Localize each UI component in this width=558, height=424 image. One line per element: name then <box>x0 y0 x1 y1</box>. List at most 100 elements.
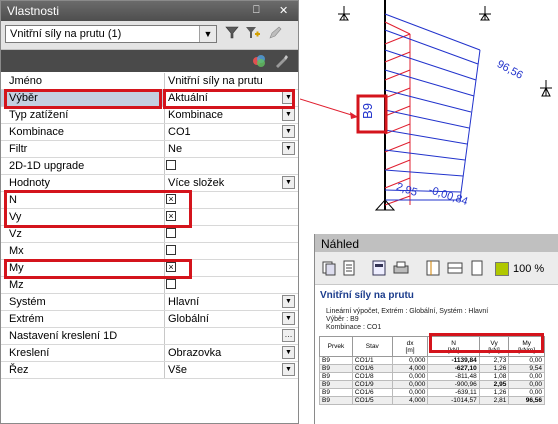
property-checkbox[interactable] <box>166 228 176 238</box>
property-value[interactable]: Ne ▼ <box>164 141 296 157</box>
highlight-vyber-value <box>163 89 295 109</box>
table-cell: 1,26 <box>478 364 510 373</box>
table-header-cell: Stav <box>351 336 393 357</box>
chevron-down-icon[interactable]: ▼ <box>199 26 216 42</box>
property-value[interactable] <box>164 226 296 242</box>
table-cell: 2,73 <box>478 356 510 365</box>
table-cell: B9 <box>319 380 353 389</box>
highlight-n-vy <box>4 190 192 228</box>
table-cell: -1014,57 <box>427 396 480 405</box>
table-cell: B9 <box>319 356 353 365</box>
member-label[interactable]: B9 <box>360 100 376 122</box>
header-name: Prvek <box>327 343 345 350</box>
report-icon[interactable] <box>371 260 387 276</box>
property-value[interactable]: Více složek ▼ <box>164 175 296 191</box>
property-value[interactable]: Kombinace ▼ <box>164 107 296 123</box>
property-value-text: Hlavní <box>168 296 200 308</box>
property-value-text: Globální <box>168 313 209 325</box>
document-icon[interactable] <box>341 260 357 276</box>
property-value[interactable]: Vnitřní síly na prutu <box>164 73 296 89</box>
highlight-my <box>4 259 192 279</box>
table-cell: 0,00 <box>508 372 545 381</box>
property-value[interactable]: Hlavní ▼ <box>164 294 296 310</box>
table-cell: 9,54 <box>508 364 545 373</box>
print-icon[interactable] <box>393 260 409 276</box>
property-row[interactable]: Systém Hlavní ▼ <box>1 294 298 311</box>
table-cell: B9 <box>319 396 353 405</box>
property-row[interactable]: Extrém Globální ▼ <box>1 311 298 328</box>
property-label: 2D-1D upgrade <box>9 160 85 172</box>
filter-plus-icon[interactable] <box>244 26 262 42</box>
property-row[interactable]: Řez Vše ▼ <box>1 362 298 379</box>
page-layout-icon[interactable] <box>425 260 441 276</box>
property-row[interactable]: Jméno Vnitřní síly na prutu <box>1 73 298 90</box>
table-cell: 0,00 <box>508 380 545 389</box>
edit-icon[interactable] <box>266 26 284 42</box>
header-name: dx <box>406 339 414 347</box>
property-row[interactable]: 2D-1D upgrade <box>1 158 298 175</box>
property-value[interactable] <box>164 158 296 174</box>
property-value[interactable]: CO1 ▼ <box>164 124 296 140</box>
drawing-area[interactable]: B9 96,56 2,95 -0,00,84 <box>299 0 558 234</box>
property-value[interactable]: … <box>164 328 296 344</box>
chevron-down-icon[interactable]: ▼ <box>282 142 295 155</box>
property-value[interactable] <box>164 243 296 259</box>
table-cell: 4,000 <box>391 396 429 405</box>
property-row[interactable]: Kombinace CO1 ▼ <box>1 124 298 141</box>
property-label: Mz <box>9 279 24 291</box>
property-label: Řez <box>9 364 29 376</box>
property-value-text: CO1 <box>168 126 191 138</box>
palette-icon[interactable] <box>251 53 267 69</box>
chevron-down-icon[interactable]: ▼ <box>282 312 295 325</box>
highlight-columns <box>429 333 544 353</box>
chevron-down-icon[interactable]: ▼ <box>282 176 295 189</box>
property-checkbox[interactable] <box>166 160 176 170</box>
panel-toolbar: Vnitřní síly na prutu (1) ▼ <box>1 21 298 50</box>
selection-combo[interactable]: Vnitřní síly na prutu (1) ▼ <box>5 25 217 43</box>
close-icon[interactable]: ✕ <box>279 4 288 17</box>
chevron-down-icon[interactable]: ▼ <box>282 108 295 121</box>
property-checkbox[interactable] <box>166 245 176 255</box>
doc-line: Lineární výpočet, Extrém : Globální, Sys… <box>326 308 489 315</box>
header-unit: [m] <box>405 346 415 354</box>
property-value[interactable]: Vše ▼ <box>164 362 296 378</box>
table-cell: B9 <box>319 372 353 381</box>
property-value-text: Kombinace <box>168 109 224 121</box>
chevron-down-icon[interactable]: ▼ <box>282 346 295 359</box>
copy-icon[interactable] <box>321 260 337 276</box>
table-row: B9 CO1/5 4,000 -1014,57 2,81 96,56 <box>319 396 545 405</box>
property-value[interactable] <box>164 277 296 293</box>
property-row[interactable]: Typ zatížení Kombinace ▼ <box>1 107 298 124</box>
chevron-down-icon[interactable]: ▼ <box>282 295 295 308</box>
chevron-down-icon[interactable]: ▼ <box>282 363 295 376</box>
table-cell: -1139,84 <box>427 356 480 365</box>
property-value-text: Vnitřní síly na prutu <box>168 75 263 87</box>
property-label: Mx <box>9 245 24 257</box>
property-row[interactable]: Filtr Ne ▼ <box>1 141 298 158</box>
property-row[interactable]: Nastavení kreslení 1D… <box>1 328 298 345</box>
property-row[interactable]: Mx <box>1 243 298 260</box>
table-cell: -811,48 <box>427 372 480 381</box>
filter-icon[interactable] <box>224 26 242 42</box>
property-value[interactable]: Obrazovka ▼ <box>164 345 296 361</box>
table-cell: 1,26 <box>478 388 510 397</box>
ellipsis-button[interactable]: … <box>282 329 295 342</box>
property-row[interactable]: Vz <box>1 226 298 243</box>
property-label: Hodnoty <box>9 177 50 189</box>
color-swatch-icon[interactable] <box>495 262 509 276</box>
pin-icon[interactable]: ⎕ <box>253 4 260 17</box>
table-cell: CO1/9 <box>351 380 393 389</box>
zoom-level[interactable]: 100 % <box>513 263 544 275</box>
property-row[interactable]: Mz <box>1 277 298 294</box>
property-row[interactable]: Kreslení Obrazovka ▼ <box>1 345 298 362</box>
landscape-icon[interactable] <box>447 260 463 276</box>
header-name: Stav <box>365 343 379 350</box>
single-page-icon[interactable] <box>469 260 485 276</box>
property-value[interactable]: Globální ▼ <box>164 311 296 327</box>
table-row: B9 CO1/1 0,000 -1139,84 2,73 0,00 <box>319 356 545 365</box>
table-cell: CO1/1 <box>351 356 393 365</box>
table-cell: 2,81 <box>478 396 510 405</box>
chevron-down-icon[interactable]: ▼ <box>282 125 295 138</box>
brush-icon[interactable] <box>273 53 289 69</box>
property-checkbox[interactable] <box>166 279 176 289</box>
